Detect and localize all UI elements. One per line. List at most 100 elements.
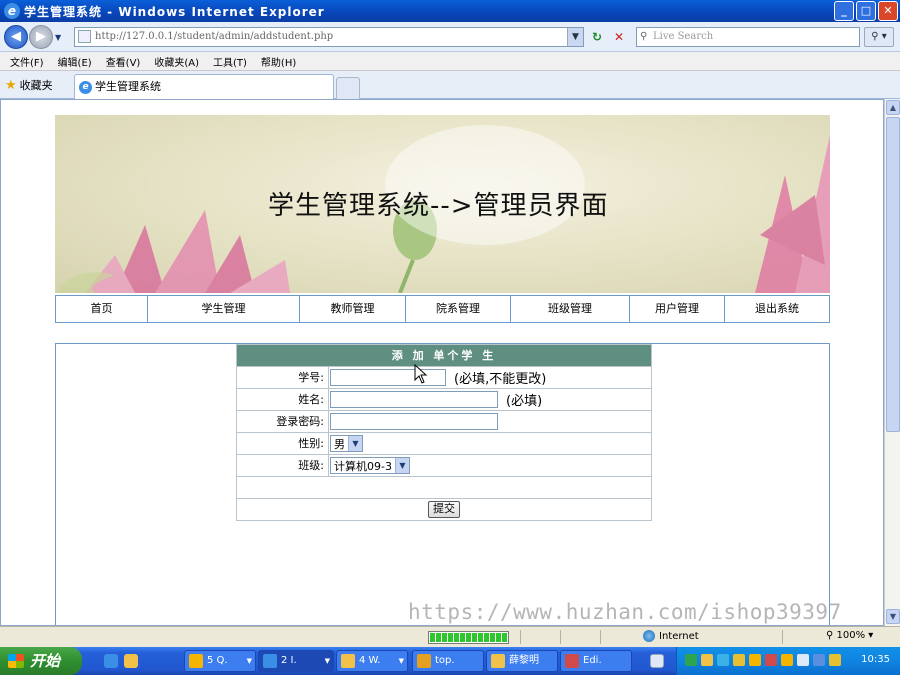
nav-logout[interactable]: 退出系统: [725, 296, 829, 322]
menu-file[interactable]: 文件(F): [10, 54, 44, 69]
folder-icon: [491, 654, 505, 668]
nav-user-management[interactable]: 用户管理: [630, 296, 725, 322]
menu-tools[interactable]: 工具(T): [213, 54, 247, 69]
nav-class-management[interactable]: 班级管理: [511, 296, 630, 322]
name-hint: (必填): [506, 394, 543, 409]
student-id-input[interactable]: [330, 369, 446, 386]
qq-tray-icon[interactable]: [749, 654, 761, 666]
class-select[interactable]: 计算机09-3 ▼: [330, 457, 410, 474]
scroll-down-icon[interactable]: ▼: [886, 609, 900, 624]
status-bar: Internet ⚲ 100% ▾: [0, 626, 900, 647]
window-title-bar[interactable]: e 学生管理系统 - Windows Internet Explorer _ □…: [0, 0, 900, 22]
progress-segment: [460, 633, 465, 642]
zoom-level: 100%: [836, 630, 866, 641]
taskbar-item-label: 5 Q.: [207, 655, 228, 666]
status-separator: [560, 630, 561, 644]
name-input[interactable]: [330, 391, 498, 408]
name-cell: (必填): [329, 389, 651, 410]
security-icon[interactable]: [829, 654, 841, 666]
taskbar-item-folder[interactable]: 薛黎明: [486, 650, 558, 672]
maximize-button[interactable]: □: [856, 1, 876, 21]
taskbar-item-qq[interactable]: 5 Q. ▼: [184, 650, 256, 672]
ie-quicklaunch-icon[interactable]: [104, 654, 118, 668]
vertical-scrollbar[interactable]: ▲ ▼: [884, 99, 900, 626]
progress-segment: [484, 633, 489, 642]
taskbar-item-label: top.: [435, 655, 455, 666]
menu-favorites[interactable]: 收藏夹(A): [154, 54, 199, 69]
search-input[interactable]: ⚲ Live Search: [636, 27, 860, 47]
close-button[interactable]: ✕: [878, 1, 898, 21]
qq-tray-icon[interactable]: [733, 654, 745, 666]
gender-label: 性别:: [237, 433, 329, 454]
refresh-icon[interactable]: ↻: [588, 28, 606, 46]
zone-label: Internet: [659, 630, 699, 642]
search-placeholder: Live Search: [653, 31, 714, 42]
address-url: http://127.0.0.1/student/admin/addstuden…: [95, 31, 334, 42]
history-dropdown-icon[interactable]: ▼: [55, 33, 61, 42]
back-arrow-icon[interactable]: ◀: [4, 25, 28, 49]
ie-logo-icon: e: [4, 3, 20, 19]
network-icon[interactable]: [685, 654, 697, 666]
display-icon[interactable]: [797, 654, 809, 666]
editor-icon: [565, 654, 579, 668]
ie-icon: [263, 654, 277, 668]
taskbar-item-explorer[interactable]: 4 W. ▼: [336, 650, 408, 672]
nav-student-management[interactable]: 学生管理: [148, 296, 300, 322]
progress-segment: [496, 633, 501, 642]
minimize-button[interactable]: _: [834, 1, 854, 21]
progress-segment: [454, 633, 459, 642]
progress-segment: [478, 633, 483, 642]
password-input[interactable]: [330, 413, 498, 430]
menu-edit[interactable]: 编辑(E): [58, 54, 92, 69]
progress-segment: [502, 633, 507, 642]
security-zone[interactable]: Internet: [643, 630, 699, 642]
windows-logo-icon: [8, 654, 24, 668]
window-title: 学生管理系统 - Windows Internet Explorer: [24, 4, 325, 19]
mouse-cursor-icon: [414, 364, 428, 384]
nav-home[interactable]: 首页: [56, 296, 148, 322]
nav-teacher-management[interactable]: 教师管理: [300, 296, 406, 322]
shield-icon[interactable]: [813, 654, 825, 666]
password-cell: [329, 411, 651, 432]
taskbar-item-ie[interactable]: 2 I. ▼: [258, 650, 334, 672]
form-row-password: 登录密码:: [237, 410, 651, 432]
banner-title: 学生管理系统-->管理员界面: [268, 191, 609, 221]
student-id-hint: (必填,不能更改): [454, 372, 547, 387]
chevron-down-icon: ▼: [246, 657, 252, 665]
menu-view[interactable]: 查看(V): [106, 54, 141, 69]
chevron-down-icon: ▼: [348, 436, 362, 451]
taskbar-item-label: Edi.: [583, 655, 602, 666]
nav-department-management[interactable]: 院系管理: [406, 296, 511, 322]
stop-icon[interactable]: ✕: [610, 28, 628, 46]
tray-app-icon[interactable]: [701, 654, 713, 666]
tray-app-icon[interactable]: [765, 654, 777, 666]
gender-cell: 男 ▼: [329, 433, 651, 454]
start-button[interactable]: 开始: [0, 647, 82, 675]
tab-student-system[interactable]: e 学生管理系统: [74, 74, 334, 99]
status-separator: [520, 630, 521, 644]
forward-arrow-icon[interactable]: ▶: [29, 25, 53, 49]
address-toolbar: ◀ ▶ ▼ http://127.0.0.1/student/admin/add…: [0, 22, 900, 52]
progress-segment: [472, 633, 477, 642]
new-tab-button[interactable]: [336, 77, 360, 99]
taskbar-item-editor[interactable]: Edi.: [560, 650, 632, 672]
scroll-thumb[interactable]: [886, 117, 900, 432]
desktop-quicklaunch-icon[interactable]: [124, 654, 138, 668]
search-button[interactable]: ⚲ ▾: [864, 27, 894, 47]
qq-tray-icon[interactable]: [781, 654, 793, 666]
chevron-down-icon: ▼: [394, 458, 409, 473]
address-input[interactable]: http://127.0.0.1/student/admin/addstuden…: [74, 27, 584, 47]
keyboard-icon[interactable]: [650, 654, 664, 668]
main-nav: 首页 学生管理 教师管理 院系管理 班级管理 用户管理 退出系统: [55, 295, 830, 323]
favorites-button[interactable]: ★ 收藏夹: [5, 77, 53, 93]
address-dropdown-icon[interactable]: ▼: [567, 28, 583, 46]
zoom-control[interactable]: ⚲ 100% ▾: [826, 630, 873, 641]
cloud-icon[interactable]: [717, 654, 729, 666]
gender-select[interactable]: 男 ▼: [330, 435, 363, 452]
form-row-name: 姓名: (必填): [237, 388, 651, 410]
menu-help[interactable]: 帮助(H): [261, 54, 296, 69]
search-icon: ⚲: [640, 31, 648, 42]
taskbar-item-top[interactable]: top.: [412, 650, 484, 672]
submit-button[interactable]: 提交: [428, 501, 460, 518]
scroll-up-icon[interactable]: ▲: [886, 100, 900, 115]
